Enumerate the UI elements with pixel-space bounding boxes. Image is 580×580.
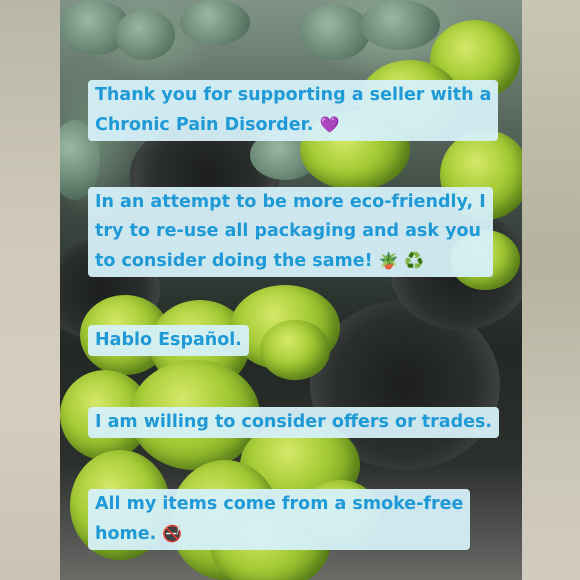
message-line: to consider doing the same! 🪴 ♻️: [95, 251, 425, 271]
message-line: try to re-use all packaging and ask you: [95, 221, 481, 241]
no-smoking-icon: 🚭: [162, 524, 183, 543]
message-line: All my items come from a smoke-free: [95, 494, 464, 514]
leaf: [260, 320, 330, 380]
leaf: [180, 0, 250, 45]
message-bubble-offers: I am willing to consider offers or trade…: [88, 407, 500, 438]
left-blur-border: [0, 0, 60, 580]
leaf: [115, 10, 175, 60]
message-line: I am willing to consider offers or trade…: [95, 412, 493, 432]
message-line: Chronic Pain Disorder. 💜: [95, 115, 340, 135]
message-bubble-thanks: Thank you for supporting a seller with a…: [88, 80, 499, 141]
right-blur-border: [522, 0, 580, 580]
message-line: Hablo Español.: [95, 330, 242, 350]
plant-recycle-icon: 🪴 ♻️: [378, 251, 425, 270]
message-bubble-eco: In an attempt to be more eco-friendly, I…: [88, 187, 493, 277]
message-bubble-smoke-free: All my items come from a smoke-free home…: [88, 489, 471, 550]
message-bubble-spanish: Hablo Español.: [88, 325, 249, 356]
message-line: Thank you for supporting a seller with a: [95, 85, 492, 105]
leaf: [360, 0, 440, 50]
leaf: [300, 5, 370, 60]
message-line: home. 🚭: [95, 524, 183, 544]
purple-heart-icon: 💜: [319, 115, 340, 134]
message-line: In an attempt to be more eco-friendly, I: [95, 192, 486, 212]
